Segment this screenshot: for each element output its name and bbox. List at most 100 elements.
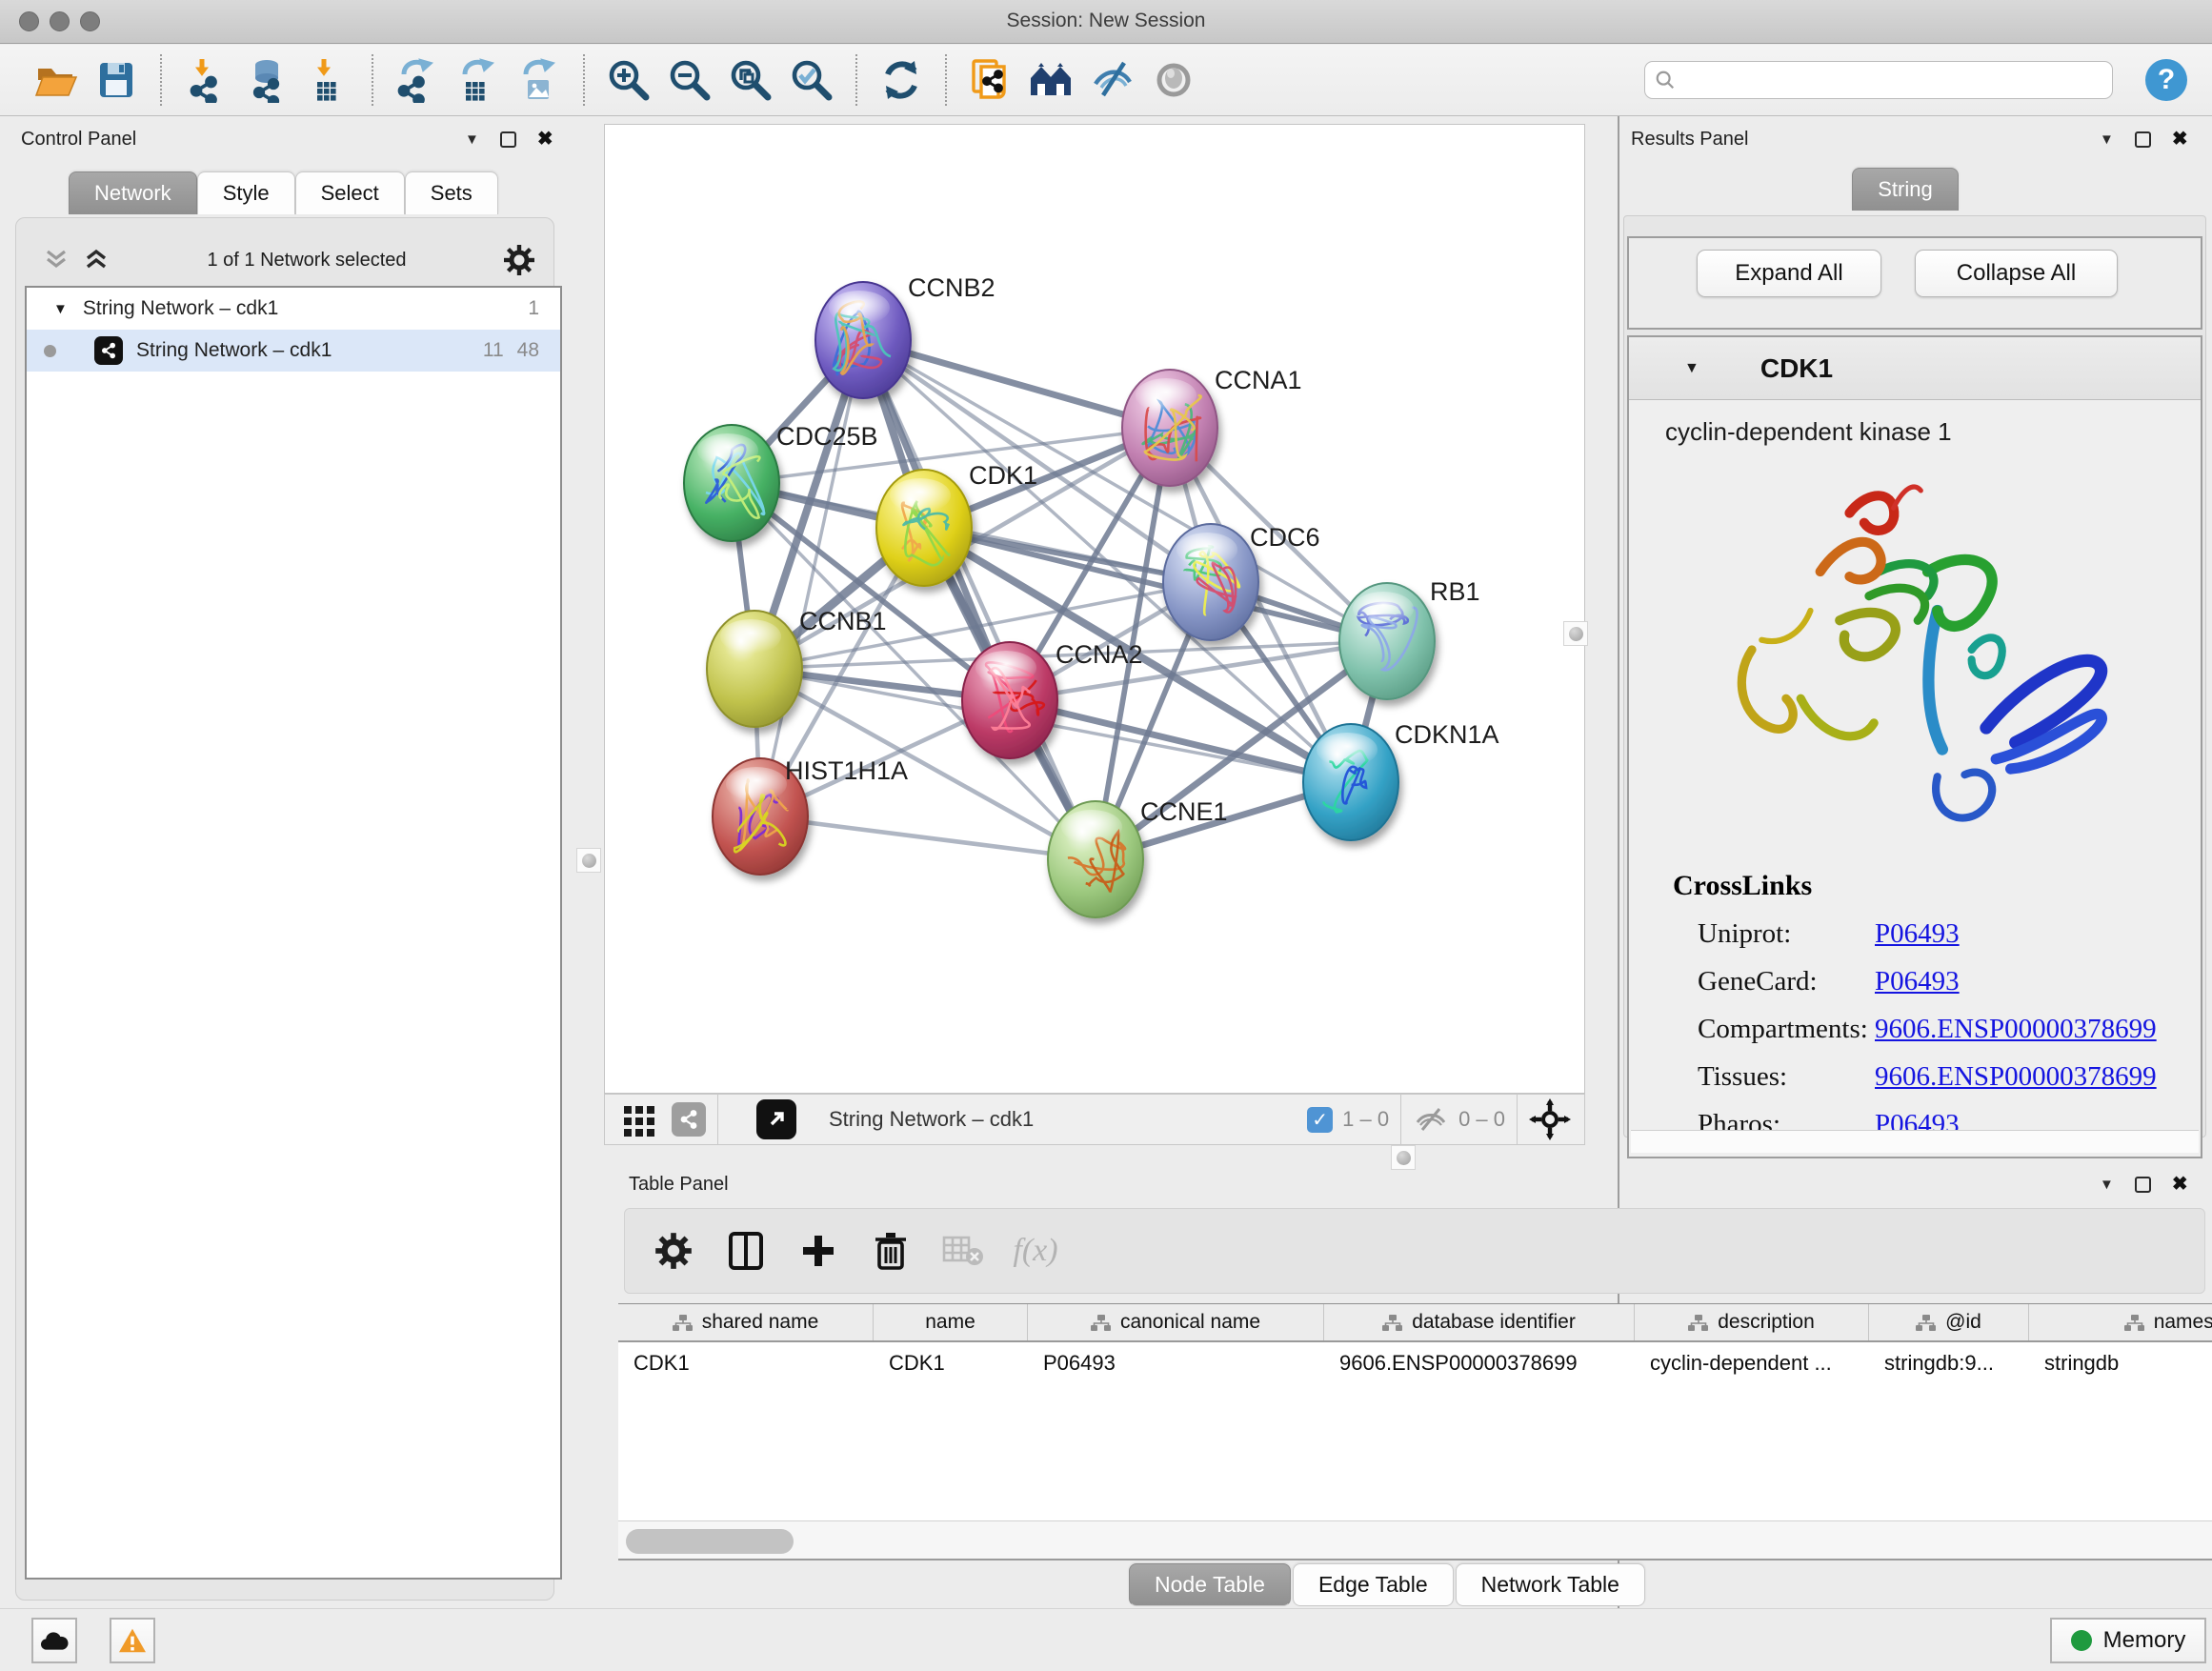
network-tree-child-row[interactable]: String Network – cdk1 11 48 [27, 330, 560, 372]
gene-card-header[interactable]: ▼ CDK1 [1629, 337, 2201, 400]
float-panel-icon[interactable] [500, 131, 516, 148]
tab-network-table[interactable]: Network Table [1456, 1563, 1645, 1606]
collapse-all-icon[interactable] [42, 248, 70, 272]
tab-network[interactable]: Network [69, 171, 197, 214]
column-header-description[interactable]: description [1635, 1304, 1869, 1340]
float-panel-icon[interactable] [2135, 131, 2151, 148]
table-cell[interactable]: CDK1 [618, 1351, 874, 1376]
network-graph[interactable]: CCNB2 CCNA1 CDC25B CDK1 CDC6 RB1 CCNB1 C… [605, 125, 1584, 1093]
memory-label: Memory [2103, 1627, 2186, 1654]
tab-node-table[interactable]: Node Table [1129, 1563, 1291, 1606]
tab-sets[interactable]: Sets [405, 171, 498, 214]
crosslink-compartments-link[interactable]: 9606.ENSP00000378699 [1875, 1014, 2157, 1045]
node-cdc6[interactable] [1163, 524, 1258, 640]
panel-menu-icon[interactable]: ▼ [2100, 131, 2114, 148]
collapse-all-button[interactable]: Collapse All [1915, 250, 2118, 297]
column-header-name[interactable]: name [874, 1304, 1028, 1340]
open-session-icon[interactable] [30, 55, 80, 105]
open-in-window-icon[interactable] [756, 1099, 796, 1139]
zoom-selected-icon[interactable] [787, 55, 836, 105]
export-image-icon[interactable] [514, 55, 564, 105]
node-rb1[interactable] [1339, 583, 1435, 699]
table-cell[interactable]: stringdb:9... [1869, 1351, 2029, 1376]
network-tree-root-row[interactable]: ▼ String Network – cdk1 1 [27, 288, 560, 330]
node-cdc25b[interactable] [684, 425, 779, 541]
edge-ccnb2-hist1h1a[interactable] [760, 340, 863, 816]
panel-menu-icon[interactable]: ▼ [465, 131, 479, 148]
zoom-fit-icon[interactable] [726, 55, 775, 105]
zoom-in-icon[interactable] [604, 55, 654, 105]
birdseye-crosshair-icon[interactable] [1529, 1098, 1571, 1140]
table-cell[interactable]: stringdb [2029, 1351, 2212, 1376]
refresh-icon[interactable] [876, 55, 926, 105]
table-cell[interactable]: CDK1 [874, 1351, 1028, 1376]
first-neighbors-icon[interactable] [966, 55, 1016, 105]
table-horizontal-scrollbar[interactable] [618, 1520, 2212, 1560]
column-header-canonical-name[interactable]: canonical name [1028, 1304, 1324, 1340]
warning-status-button[interactable] [110, 1618, 155, 1663]
close-panel-icon[interactable]: ✖ [2172, 1175, 2188, 1194]
import-network-database-icon[interactable] [242, 55, 292, 105]
table-row[interactable]: CDK1CDK1P064939606.ENSP00000378699cyclin… [618, 1342, 2212, 1384]
scrollbar-thumb[interactable] [626, 1529, 794, 1554]
delete-column-trash-icon[interactable] [863, 1223, 918, 1278]
birds-eye-icon[interactable] [1027, 55, 1076, 105]
node-cdkn1a[interactable] [1303, 724, 1398, 840]
add-column-icon[interactable] [791, 1223, 846, 1278]
tab-edge-table[interactable]: Edge Table [1293, 1563, 1454, 1606]
column-header-database-identifier[interactable]: database identifier [1324, 1304, 1635, 1340]
bottom-splitter-handle[interactable] [1391, 1145, 1416, 1170]
expand-all-button[interactable]: Expand All [1697, 250, 1881, 297]
tree-expand-icon[interactable]: ▼ [53, 301, 68, 317]
save-session-icon[interactable] [91, 55, 141, 105]
column-header-shared-name[interactable]: shared name [618, 1304, 874, 1340]
tab-select[interactable]: Select [295, 171, 405, 214]
results-scroll-strip[interactable] [1631, 1130, 2199, 1153]
column-header-namespace[interactable]: namespace [2029, 1304, 2212, 1340]
right-splitter-handle[interactable] [1563, 621, 1588, 646]
search-box[interactable] [1644, 61, 2113, 99]
tab-style[interactable]: Style [197, 171, 295, 214]
node-ccna2[interactable] [962, 642, 1057, 758]
memory-button[interactable]: Memory [2050, 1618, 2206, 1663]
table-cell[interactable]: 9606.ENSP00000378699 [1324, 1351, 1635, 1376]
selected-checkbox-icon[interactable]: ✓ [1307, 1107, 1333, 1133]
import-table-icon[interactable] [303, 55, 352, 105]
search-input[interactable] [1683, 70, 2102, 91]
node-ccne1[interactable] [1048, 801, 1143, 917]
table-cell[interactable]: cyclin-dependent ... [1635, 1351, 1869, 1376]
float-panel-icon[interactable] [2135, 1177, 2151, 1193]
left-splitter-handle[interactable] [576, 848, 601, 873]
table-settings-gear-icon[interactable] [646, 1223, 701, 1278]
zoom-out-icon[interactable] [665, 55, 714, 105]
crosslink-tissues-link[interactable]: 9606.ENSP00000378699 [1875, 1061, 2157, 1093]
export-table-icon[interactable] [453, 55, 503, 105]
export-network-icon[interactable] [392, 55, 442, 105]
node-table[interactable]: shared namenamecanonical namedatabase id… [618, 1303, 2212, 1520]
hide-show-icon[interactable] [1088, 55, 1137, 105]
crosslink-genecard-link[interactable]: P06493 [1875, 966, 1960, 997]
network-canvas[interactable]: CCNB2 CCNA1 CDC25B CDK1 CDC6 RB1 CCNB1 C… [604, 124, 1585, 1094]
node-ccnb2[interactable] [815, 282, 911, 398]
expand-all-icon[interactable] [82, 248, 111, 272]
close-panel-icon[interactable]: ✖ [2172, 130, 2188, 149]
collapse-section-icon[interactable]: ▼ [1684, 360, 1699, 377]
help-button[interactable]: ? [2145, 59, 2187, 101]
show-columns-icon[interactable] [718, 1223, 774, 1278]
column-header-@id[interactable]: @id [1869, 1304, 2029, 1340]
cloud-status-button[interactable] [31, 1618, 77, 1663]
panel-menu-icon[interactable]: ▼ [2100, 1177, 2114, 1193]
crosslink-uniprot-link[interactable]: P06493 [1875, 918, 1960, 950]
gear-icon[interactable] [503, 244, 535, 276]
grid-view-icon[interactable] [622, 1102, 656, 1137]
table-cell[interactable]: P06493 [1028, 1351, 1324, 1376]
edge-hist1h1a-ccne1[interactable] [760, 816, 1096, 859]
close-panel-icon[interactable]: ✖ [537, 130, 553, 149]
tab-string[interactable]: String [1852, 168, 1959, 211]
import-network-file-icon[interactable] [181, 55, 231, 105]
node-cdk1[interactable] [876, 470, 972, 586]
gray-sphere-icon[interactable] [1149, 55, 1198, 105]
network-overview-icon[interactable] [672, 1102, 706, 1137]
node-ccna1[interactable] [1122, 370, 1217, 486]
node-ccnb1[interactable] [707, 611, 802, 727]
